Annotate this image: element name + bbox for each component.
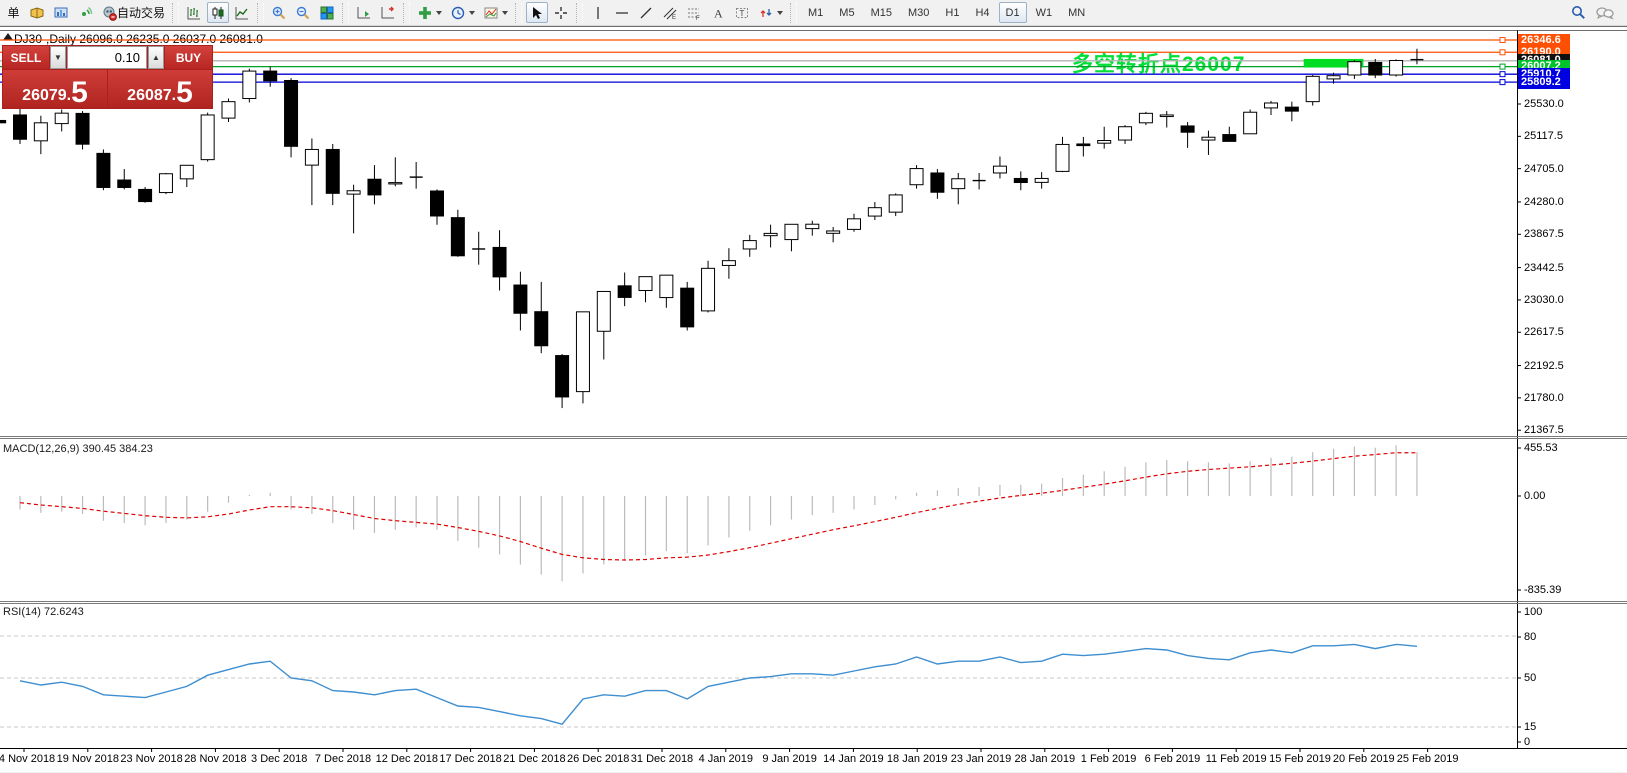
toolbar-separator xyxy=(342,3,349,23)
periods-button[interactable] xyxy=(447,2,478,23)
svg-text:F: F xyxy=(696,16,700,21)
timeframe-button-m30[interactable]: M30 xyxy=(901,2,936,23)
toolbar-separator xyxy=(515,3,522,23)
timeframe-button-h4[interactable]: H4 xyxy=(968,2,996,23)
crosshair-icon[interactable] xyxy=(550,2,572,23)
svg-text:E: E xyxy=(672,15,676,21)
new-order-label: 单 xyxy=(7,4,19,21)
svg-text:T: T xyxy=(740,9,745,18)
history-book-icon[interactable] xyxy=(26,2,48,23)
toolbar-separator xyxy=(257,3,264,23)
buy-price[interactable]: 26087.5 xyxy=(108,70,212,108)
main-toolbar: 单 自动交易 xyxy=(0,0,1627,26)
search-icon[interactable] xyxy=(1567,2,1590,23)
timeframe-label: W1 xyxy=(1032,7,1057,19)
sell-button[interactable]: SELL xyxy=(3,46,49,69)
lot-increase-button[interactable]: ▲ xyxy=(148,46,164,69)
trendline-icon[interactable] xyxy=(635,2,657,23)
text-label-icon[interactable]: T xyxy=(731,2,753,23)
lot-size-input[interactable]: 0.10 xyxy=(67,46,147,69)
timeframe-button-d1[interactable]: D1 xyxy=(999,2,1027,23)
toolbar-separator xyxy=(576,3,583,23)
sell-price-big-digit: 5 xyxy=(71,80,88,106)
vertical-line-icon[interactable] xyxy=(587,2,609,23)
toolbar-separator xyxy=(172,3,179,23)
auto-trading-button[interactable]: 自动交易 xyxy=(98,2,168,23)
bar-chart-icon[interactable] xyxy=(183,2,205,23)
tile-windows-icon[interactable] xyxy=(316,2,338,23)
auto-trading-label: 自动交易 xyxy=(117,4,165,21)
svg-text:A: A xyxy=(714,6,723,20)
buy-price-big-digit: 5 xyxy=(176,80,193,106)
zoom-out-icon[interactable] xyxy=(292,2,314,23)
cursor-icon[interactable] xyxy=(526,2,548,23)
chart-window xyxy=(0,26,1627,772)
buy-button[interactable]: BUY xyxy=(165,46,212,69)
timeframe-label: M1 xyxy=(804,7,827,19)
timeframe-button-h1[interactable]: H1 xyxy=(938,2,966,23)
arrows-button[interactable] xyxy=(755,2,786,23)
auto-scroll-icon[interactable] xyxy=(353,2,375,23)
periods-dropdown-caret[interactable] xyxy=(469,11,475,15)
timeframe-label: M30 xyxy=(904,7,933,19)
timeframe-label: H1 xyxy=(941,7,963,19)
timeframe-label: MN xyxy=(1064,7,1089,19)
equidistant-channel-icon[interactable]: E xyxy=(659,2,681,23)
timeframe-button-w1[interactable]: W1 xyxy=(1029,2,1060,23)
buy-price-main: 26087 xyxy=(127,86,172,106)
timeframe-button-mn[interactable]: MN xyxy=(1061,2,1092,23)
timeframe-button-m15[interactable]: M15 xyxy=(864,2,899,23)
signal-icon[interactable] xyxy=(74,2,96,23)
indicators-button[interactable] xyxy=(414,2,445,23)
line-chart-icon[interactable] xyxy=(231,2,253,23)
timeframe-button-m5[interactable]: M5 xyxy=(832,2,861,23)
fibonacci-icon[interactable]: F xyxy=(683,2,705,23)
arrows-dropdown-caret[interactable] xyxy=(777,11,783,15)
templates-dropdown-caret[interactable] xyxy=(502,11,508,15)
timeframe-label: M15 xyxy=(867,7,896,19)
chart-shift-icon[interactable] xyxy=(377,2,399,23)
sell-price[interactable]: 26079.5 xyxy=(3,70,107,108)
horizontal-line-icon[interactable] xyxy=(611,2,633,23)
market-watch-icon[interactable] xyxy=(50,2,72,23)
timeframe-label: M5 xyxy=(835,7,858,19)
timeframe-label: D1 xyxy=(1002,7,1024,19)
timeframe-group: M1 M5 M15 M30 H1 H4 D1 W1 MN xyxy=(800,2,1093,23)
candlestick-chart-icon[interactable] xyxy=(207,2,229,23)
toolbar-separator xyxy=(790,3,797,23)
lot-decrease-button[interactable]: ▼ xyxy=(50,46,66,69)
one-click-trade-panel: SELL ▼ 0.10 ▲ BUY 26079.5 26087.5 xyxy=(2,45,213,109)
text-icon[interactable]: A xyxy=(707,2,729,23)
templates-button[interactable] xyxy=(480,2,511,23)
toolbar-separator xyxy=(403,3,410,23)
sell-price-main: 26079 xyxy=(22,86,67,106)
chat-icon[interactable] xyxy=(1592,2,1618,23)
timeframe-button-m1[interactable]: M1 xyxy=(801,2,830,23)
new-order-button[interactable]: 单 xyxy=(3,2,24,23)
indicators-dropdown-caret[interactable] xyxy=(436,11,442,15)
zoom-in-icon[interactable] xyxy=(268,2,290,23)
timeframe-label: H4 xyxy=(971,7,993,19)
